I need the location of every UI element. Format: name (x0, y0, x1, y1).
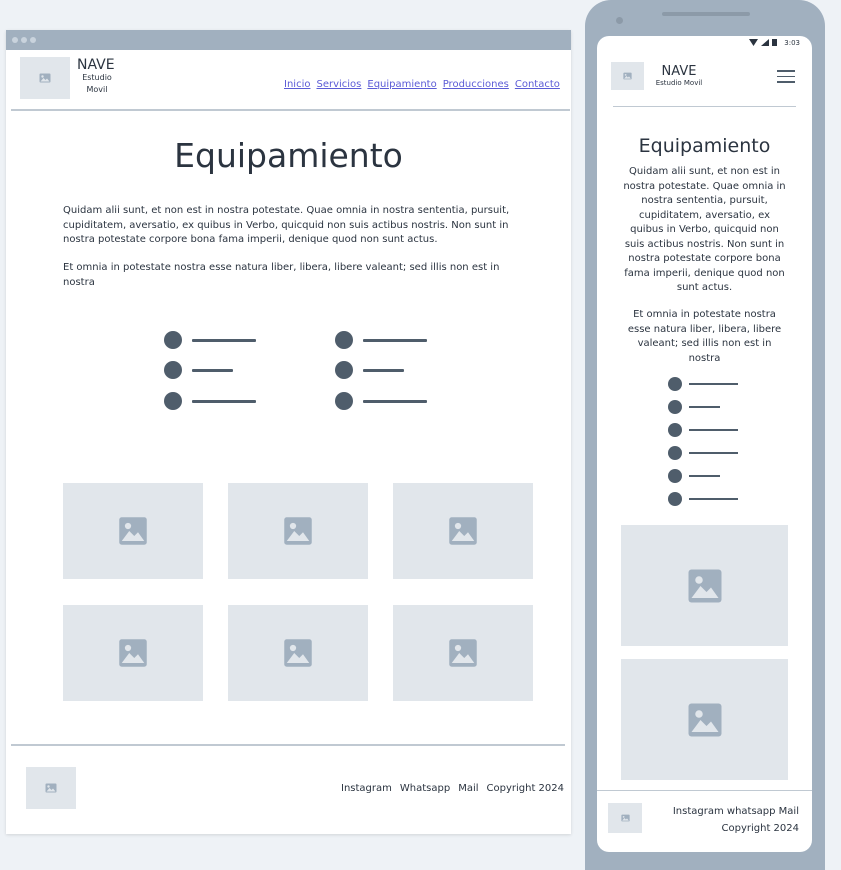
list-item (164, 331, 256, 349)
gallery-image[interactable] (621, 659, 788, 780)
list-item (335, 361, 404, 379)
gallery-image[interactable] (228, 483, 368, 579)
desktop-frame: NAVE Estudio Movil Inicio Servicios Equipa… (6, 30, 571, 834)
nav-link-contacto[interactable]: Contacto (515, 79, 560, 90)
brand-name: NAVE (661, 64, 697, 79)
logo-placeholder[interactable] (20, 57, 70, 99)
image-icon (284, 517, 312, 545)
bullet-icon (668, 492, 682, 506)
image-icon (688, 703, 721, 736)
window-dot-icon (12, 37, 18, 43)
secondary-paragraph: Et omnia in potestate nostra esse natura… (63, 262, 500, 288)
intro-paragraph: Quidam alii sunt, et non est in nostra p… (63, 205, 510, 245)
mobile-screen: 3:03 NAVE Estudio Movil Equipamiento Qui… (597, 36, 812, 852)
image-icon (449, 517, 477, 545)
footer-links: Instagram whatsapp Mail Copyright 2024 (673, 803, 799, 837)
image-icon (284, 639, 312, 667)
bullet-icon (668, 400, 682, 414)
image-icon (623, 72, 632, 80)
image-icon (119, 639, 147, 667)
image-icon (449, 639, 477, 667)
footer-link-mail[interactable]: Mail (458, 783, 478, 794)
bullet-icon (668, 446, 682, 460)
brand-name: NAVE (77, 57, 115, 73)
list-item (164, 361, 233, 379)
footer-social-links[interactable]: Instagram whatsapp Mail (673, 803, 799, 820)
image-icon (39, 73, 51, 83)
list-item (164, 392, 256, 410)
nav-link-producciones[interactable]: Producciones (443, 79, 509, 90)
bullet-icon (164, 361, 182, 379)
image-icon (119, 517, 147, 545)
image-icon (620, 814, 630, 822)
gallery-image[interactable] (228, 605, 368, 701)
battery-icon (772, 39, 777, 46)
brand: NAVE Estudio Movil (77, 57, 117, 96)
camera-icon (616, 17, 623, 24)
list-item (668, 377, 738, 391)
list-item (335, 331, 427, 349)
list-item (668, 492, 738, 506)
bullet-icon (668, 469, 682, 483)
window-dot-icon (21, 37, 27, 43)
footer-link-whatsapp[interactable]: Whatsapp (400, 783, 450, 794)
gallery-image[interactable] (393, 483, 533, 579)
intro-paragraph: Quidam alii sunt, et non est in nostra p… (623, 166, 786, 293)
nav-link-equipamiento[interactable]: Equipamiento (367, 79, 436, 90)
brand-subtitle: Estudio (82, 73, 112, 82)
wifi-icon (749, 39, 758, 46)
gallery-image[interactable] (63, 483, 203, 579)
footer-links: Instagram Whatsapp Mail Copyright 2024 (333, 783, 564, 794)
footer-divider (11, 744, 565, 746)
status-bar (749, 39, 777, 46)
bullet-icon (668, 377, 682, 391)
footer-logo-placeholder[interactable] (608, 803, 642, 833)
list-item (335, 392, 427, 410)
status-time: 3:03 (784, 39, 800, 47)
list-item (668, 469, 720, 483)
page-title: Equipamiento (638, 135, 771, 157)
nav-link-inicio[interactable]: Inicio (284, 79, 310, 90)
mobile-frame: 3:03 NAVE Estudio Movil Equipamiento Qui… (585, 0, 825, 870)
gallery-image[interactable] (621, 525, 788, 646)
hamburger-icon[interactable] (777, 70, 795, 87)
brand-subtitle: Movil (86, 85, 108, 94)
list-item (668, 446, 738, 460)
browser-title-bar (6, 30, 571, 50)
footer-divider (597, 790, 812, 791)
footer-logo-placeholder[interactable] (26, 767, 76, 809)
header-divider (11, 109, 570, 111)
speaker (662, 12, 750, 16)
gallery-image[interactable] (63, 605, 203, 701)
logo-placeholder[interactable] (611, 62, 644, 90)
main-nav: Inicio Servicios Equipamiento Producciones C… (278, 72, 560, 91)
brand: NAVE Estudio Movil (649, 64, 709, 88)
list-item (668, 423, 738, 437)
brand-subtitle: Estudio Movil (655, 79, 703, 87)
window-dot-icon (30, 37, 36, 43)
gallery-image[interactable] (393, 605, 533, 701)
image-icon (45, 783, 57, 793)
footer-link-instagram[interactable]: Instagram (341, 783, 392, 794)
signal-icon (761, 39, 769, 46)
page-title: Equipamiento (174, 136, 403, 175)
nav-link-servicios[interactable]: Servicios (316, 79, 361, 90)
footer-copyright: Copyright 2024 (486, 783, 565, 794)
bullet-icon (335, 392, 353, 410)
list-item (668, 400, 720, 414)
image-icon (688, 569, 721, 602)
footer-copyright: Copyright 2024 (721, 823, 800, 834)
bullet-icon (164, 392, 182, 410)
bullet-icon (335, 331, 353, 349)
bullet-icon (668, 423, 682, 437)
header-divider (613, 106, 796, 107)
secondary-paragraph: Et omnia in potestate nostra esse natura… (627, 309, 782, 364)
bullet-icon (164, 331, 182, 349)
bullet-icon (335, 361, 353, 379)
